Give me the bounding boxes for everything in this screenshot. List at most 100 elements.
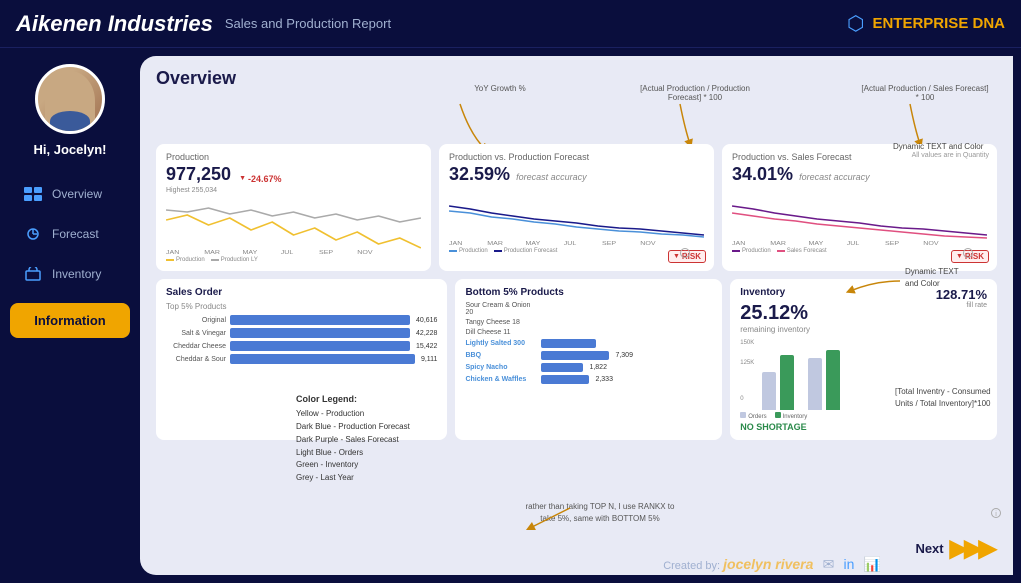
pf-card-title: Production vs. Production Forecast [449,152,704,162]
main-layout: Hi, Jocelyn! Overview Forecast Inventory… [0,48,1021,583]
pf-accuracy: forecast accuracy [516,172,587,182]
list-item: Dill Cheese 11 [465,329,712,336]
table-row: Cheddar Cheese 15,422 [166,341,437,351]
footer-created-by: Created by: [663,560,720,572]
b5-label-4: BBQ [465,352,537,359]
pf-annotation: [Actual Production / Production Forecast… [630,84,760,102]
report-subtitle: Sales and Production Report [225,16,391,31]
bar-val-cc: 15,422 [416,343,437,350]
b5-bar-5 [541,363,583,372]
bar-label-cc: Cheddar Cheese [166,343,226,350]
logo: ⬡ ENTERPRISE DNA [847,11,1005,36]
dynamic-text-annotation-2: Dynamic TEXTand Color [905,266,1005,290]
pf-info-icon[interactable]: i [680,245,690,263]
inv-bar-orders-1 [762,372,776,410]
sf-card: All values are in Quantity Production vs… [722,144,997,271]
sidebar-item-inventory[interactable]: Inventory [10,257,130,291]
total-inv-annotation: [Total Inventry - Consumed Units / Total… [895,386,1005,410]
footer: Created by: jocelyn rivera ✉ in 📊 [663,556,881,573]
svg-text:SEP: SEP [319,250,333,255]
forecast-label: Forecast [52,227,99,241]
svg-text:JUL: JUL [564,241,577,246]
bar-cc [230,341,410,351]
list-item: Sour Cream & Onion 20 [465,302,712,316]
bar-original [230,315,410,325]
svg-text:NOV: NOV [640,241,656,246]
sf-info-icon[interactable]: i [963,245,973,263]
b5-label-3: Lightly Salted 300 [465,340,537,347]
sf-annotation: [Actual Production / Sales Forecast] * 1… [860,84,990,102]
svg-text:MAR: MAR [487,241,503,246]
avatar [35,64,105,134]
forecast-icon [22,225,44,243]
b5-val-6: 2,333 [595,376,613,383]
overview-label: Overview [52,187,102,201]
dynamic-text-annotation-1: Dynamic TEXT and Color [893,141,1003,153]
inv-info-icon[interactable]: i [991,505,1001,523]
sf-accuracy: forecast accuracy [799,172,870,182]
pf-value: 32.59% [449,164,510,185]
svg-text:SEP: SEP [885,241,899,246]
svg-text:JAN: JAN [732,241,745,246]
email-icon[interactable]: ✉ [823,556,835,572]
next-arrow-icon: ▶▶▶ [950,534,993,563]
b5-bar-6 [541,375,589,384]
svg-text:MAR: MAR [770,241,786,246]
production-card-title: Production [166,152,421,162]
svg-text:NOV: NOV [923,241,939,246]
production-badge: -24.67% [239,174,281,184]
bottom5-card: Bottom 5% Products Sour Cream & Onion 20… [455,279,722,440]
sf-legend: Production Sales Forecast [732,248,987,254]
b5-label-6: Chicken & Waffles [465,376,537,383]
logo-text: ENTERPRISE DNA [872,15,1005,32]
legend-item-1: Dark Blue - Production Forecast [296,421,410,434]
svg-text:MAY: MAY [243,250,258,255]
b5-label-1: Tangy Cheese 18 [465,319,537,326]
top-cards-row: Production 977,250 -24.67% Highest 255,0… [156,144,997,271]
sidebar: Hi, Jocelyn! Overview Forecast Inventory… [0,48,140,583]
main-content: Overview YoY Growth % [Actual Production… [140,56,1013,575]
dna-icon: ⬡ [847,11,864,36]
inventory-card-title: Inventory [740,287,810,298]
chart-icon[interactable]: 📊 [864,556,881,572]
legend-item-5: Grey - Last Year [296,472,410,485]
sf-note: All values are in Quantity [912,152,989,159]
svg-text:JAN: JAN [449,241,462,246]
sales-order-sub: Top 5% Products [166,302,437,311]
color-legend-title: Color Legend: [296,392,410,406]
pf-legend: Production Production Forecast [449,248,704,254]
production-card: Production 977,250 -24.67% Highest 255,0… [156,144,431,271]
sidebar-item-forecast[interactable]: Forecast [10,217,130,251]
next-button[interactable]: Next ▶▶▶ [915,534,993,563]
table-row: Cheddar & Sour 9,111 [166,354,437,364]
inventory-shortage: NO SHORTAGE [740,422,987,432]
bar-label-sv: Salt & Vinegar [166,330,226,337]
inventory-fill-label: fill rate [936,302,987,309]
inventory-icon [22,265,44,283]
b5-val-4: 7,309 [615,352,633,359]
sidebar-item-overview[interactable]: Overview [10,177,130,211]
sidebar-item-information[interactable]: Information [10,303,130,338]
list-item: Chicken & Waffles 2,333 [465,375,712,384]
svg-text:JUL: JUL [847,241,860,246]
table-row: Original 40,616 [166,315,437,325]
list-item: Lightly Salted 300 [465,339,712,348]
greeting-text: Hi, Jocelyn! [34,142,107,157]
list-item: Tangy Cheese 18 [465,319,712,326]
inventory-pct: 25.12% [740,302,810,325]
inv-bar-orders-2 [808,358,822,410]
production-chart: JAN MAR MAY JUL SEP NOV [166,200,421,255]
yoy-annotation: YoY Growth % [460,84,540,93]
b5-label-2: Dill Cheese 11 [465,329,537,336]
b5-label-5: Spicy Nacho [465,364,537,371]
inv-bar-inventory-1 [780,355,794,410]
linkedin-icon[interactable]: in [843,556,854,572]
brand-title: Aikenen Industries [16,11,213,37]
list-item: BBQ 7,309 [465,351,712,360]
production-highest: Highest 255,034 [166,187,421,194]
list-item: Spicy Nacho 1,822 [465,363,712,372]
production-legend: Production Production LY [166,257,421,263]
svg-text:MAY: MAY [526,241,541,246]
bar-val-sv: 42,228 [416,330,437,337]
inv-bar-inventory-2 [826,350,840,410]
